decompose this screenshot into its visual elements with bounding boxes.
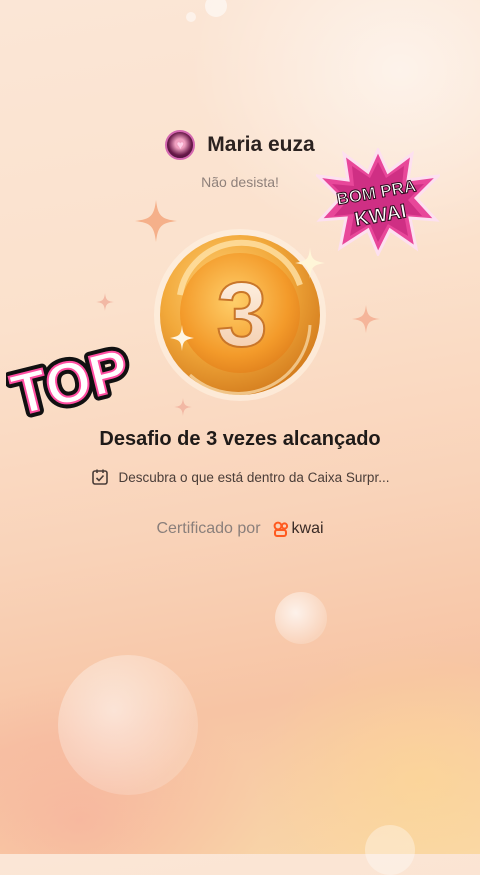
top-sticker-text: TOP — [6, 337, 136, 429]
task-row[interactable]: Descubra o que está dentro da Caixa Surp… — [0, 468, 480, 486]
certificate-label: Certificado por — [156, 520, 261, 537]
bom-pra-kwai-sticker: BOM PRA KWAI — [316, 148, 440, 256]
achievement-title: Desafio de 3 vezes alcançado — [99, 428, 381, 450]
sparkle-icon — [96, 293, 114, 311]
task-text: Descubra o que está dentro da Caixa Surp… — [118, 469, 390, 485]
medal-badge: 3 — [150, 225, 330, 405]
decorative-bubble — [365, 825, 415, 875]
decorative-bubble — [275, 592, 327, 644]
kwai-brand-text: kwai — [291, 520, 324, 537]
kwai-logo: kwai — [273, 520, 324, 538]
calendar-check-icon — [91, 469, 108, 485]
kwai-logo-icon — [273, 521, 288, 537]
decorative-bubble — [186, 12, 196, 22]
medal-number: 3 — [216, 264, 267, 366]
sparkle-icon — [352, 305, 380, 333]
avatar[interactable]: ♥ — [165, 130, 196, 160]
certificate-row: Certificado por kwai — [0, 520, 480, 538]
user-name[interactable]: Maria euza — [207, 133, 314, 157]
top-sticker: TOP TOP — [6, 332, 136, 430]
decorative-bubble — [58, 655, 198, 795]
